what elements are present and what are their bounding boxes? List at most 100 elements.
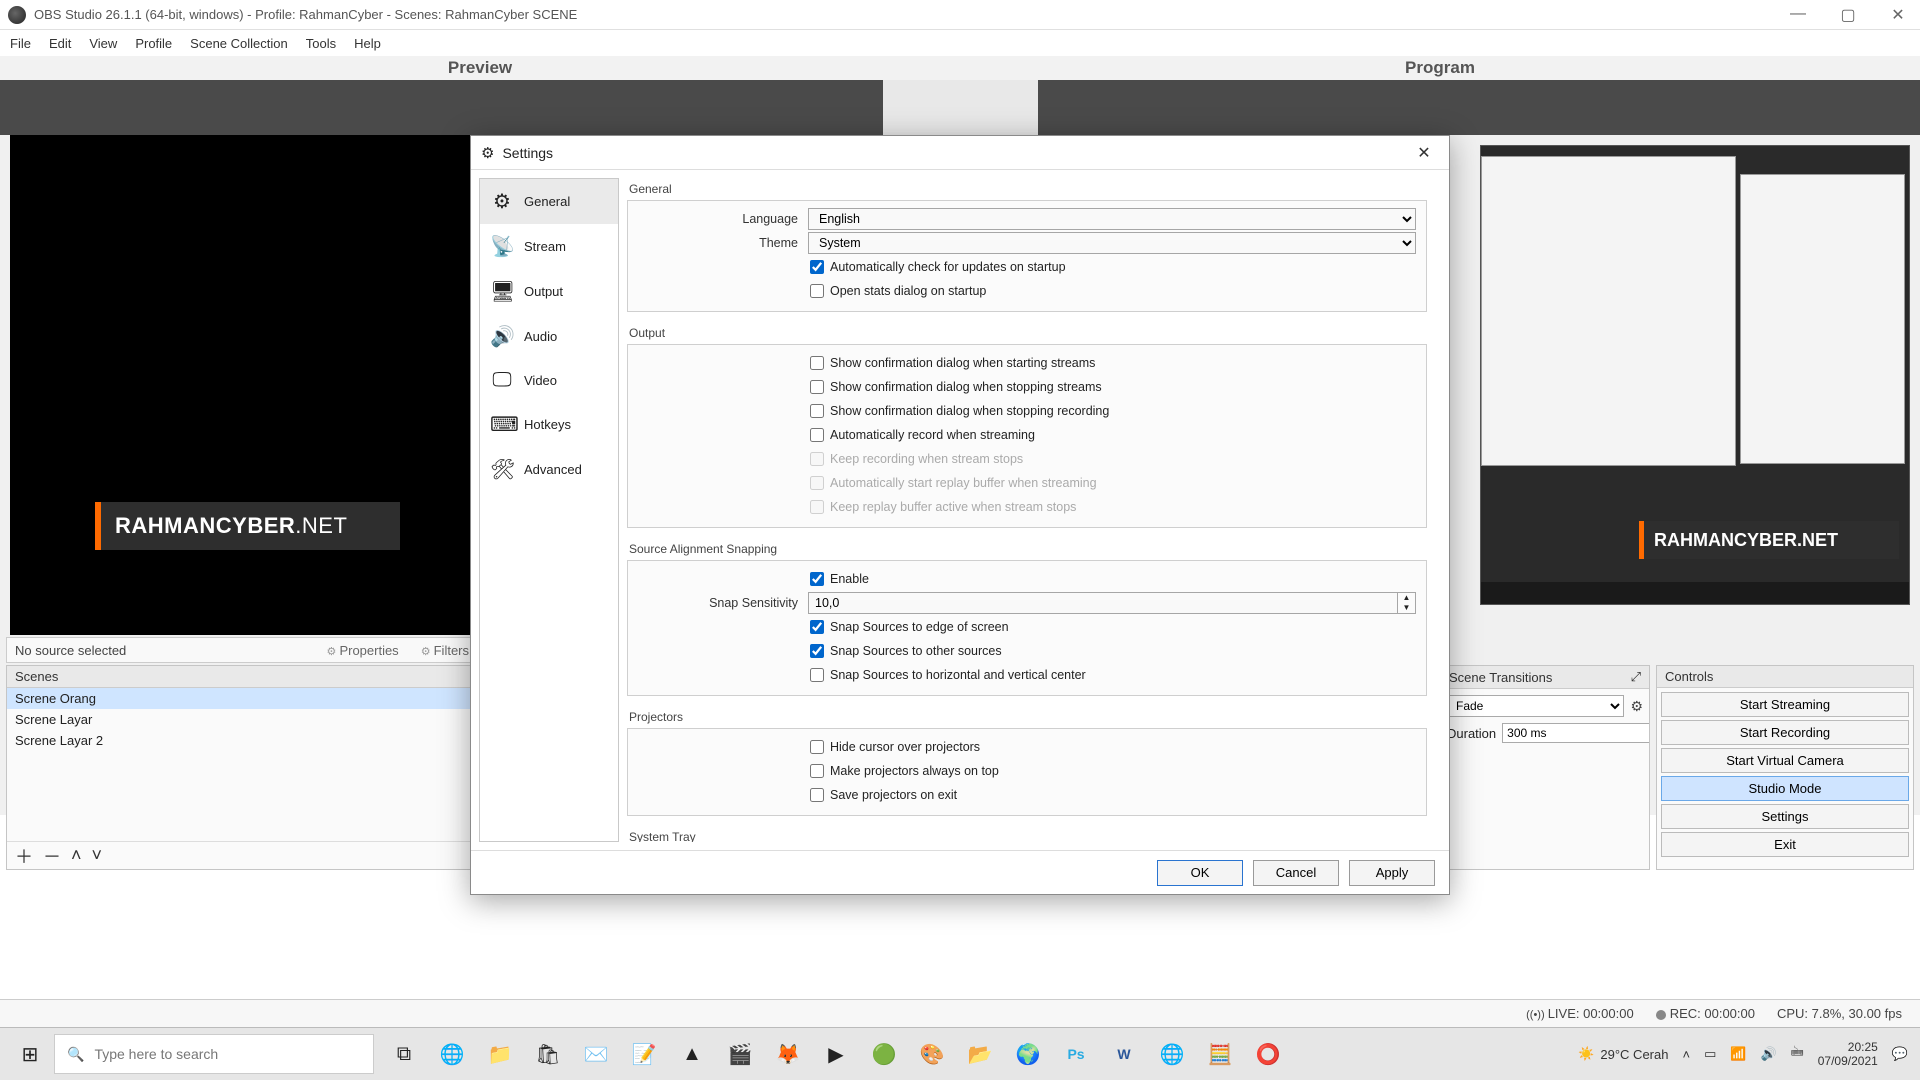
cancel-button[interactable]: Cancel [1253,860,1339,886]
weather-widget[interactable]: ☀️ 29°C Cerah [1578,1046,1668,1062]
snap-edge-checkbox[interactable] [810,620,824,634]
snap-sensitivity-input[interactable] [808,592,1398,614]
paint-icon[interactable]: 🎨 [910,1034,954,1074]
sidebar-item-stream[interactable]: 📡Stream [480,224,618,269]
studio-mode-button[interactable]: Studio Mode [1661,776,1909,801]
tray-clock[interactable]: 20:25 07/09/2021 [1818,1040,1878,1068]
snap-enable-checkbox[interactable] [810,572,824,586]
minimize-button[interactable]: — [1784,5,1812,25]
settings-button[interactable]: Settings [1661,804,1909,829]
player-icon[interactable]: ▶ [814,1034,858,1074]
transitions-expand-icon[interactable]: ⤢ [1631,669,1641,685]
close-button[interactable]: ✕ [1884,5,1912,25]
menu-file[interactable]: File [10,36,31,51]
apply-button[interactable]: Apply [1349,860,1435,886]
start-streaming-button[interactable]: Start Streaming [1661,692,1909,717]
folder-icon[interactable]: 📂 [958,1034,1002,1074]
word-icon[interactable]: W [1102,1034,1146,1074]
start-recording-button[interactable]: Start Recording [1661,720,1909,745]
explorer-icon[interactable]: 📁 [478,1034,522,1074]
menu-profile[interactable]: Profile [135,36,172,51]
auto-update-checkbox[interactable] [810,260,824,274]
auto-record-checkbox[interactable] [810,428,824,442]
task-view-icon[interactable]: ⧉ [382,1034,426,1074]
tray-volume-icon[interactable]: 🔊 [1761,1046,1777,1062]
scene-up-button[interactable]: ˄ [71,845,82,866]
properties-button[interactable]: Properties [327,643,399,658]
maximize-button[interactable]: ▢ [1834,5,1862,25]
snap-other-checkbox[interactable] [810,644,824,658]
hide-cursor-checkbox[interactable] [810,740,824,754]
snap-sensitivity-spinner[interactable]: ▲▼ [1398,592,1416,614]
menu-edit[interactable]: Edit [49,36,71,51]
theme-select[interactable]: System [808,232,1416,254]
filters-button[interactable]: Filters [421,643,469,658]
photoshop-icon[interactable]: Ps [1054,1034,1098,1074]
cpu-status: CPU: 7.8%, 30.00 fps [1777,1006,1902,1021]
snap-center-checkbox[interactable] [810,668,824,682]
sidebar-item-general[interactable]: ⚙General [480,179,618,224]
menu-tools[interactable]: Tools [306,36,336,51]
obs-taskbar-icon[interactable]: ⭕ [1246,1034,1290,1074]
speaker-icon: 🔊 [490,324,514,349]
exit-button[interactable]: Exit [1661,832,1909,857]
program-canvas[interactable]: RAHMANCYBER.NET [1480,145,1910,605]
sidebar-item-video[interactable]: 🖵Video [480,359,618,402]
ok-button[interactable]: OK [1157,860,1243,886]
program-label: Program [960,56,1920,80]
scene-down-button[interactable]: ˅ [92,845,103,866]
calculator-icon[interactable]: 🧮 [1198,1034,1242,1074]
weather-icon: ☀️ [1578,1046,1594,1062]
clapper-icon[interactable]: 🎬 [718,1034,762,1074]
vlc-icon[interactable]: ▲ [670,1034,714,1074]
sidebar-item-advanced[interactable]: 🛠Advanced [480,447,618,492]
notepad-icon[interactable]: 📝 [622,1034,666,1074]
confirm-start-stream-checkbox[interactable] [810,356,824,370]
tray-chevron-icon[interactable]: ˄ [1682,1047,1690,1062]
confirm-stop-recording-checkbox[interactable] [810,404,824,418]
tray-notifications-icon[interactable]: 💬 [1892,1046,1908,1062]
firefox-icon[interactable]: 🦊 [766,1034,810,1074]
chrome-icon[interactable]: 🟢 [862,1034,906,1074]
keyboard-icon: ⌨ [490,412,514,437]
open-stats-checkbox[interactable] [810,284,824,298]
keep-recording-checkbox [810,452,824,466]
browser-icon[interactable]: 🌍 [1006,1034,1050,1074]
store-icon[interactable]: 🛍 [526,1034,570,1074]
scene-add-button[interactable]: ＋ [15,843,33,869]
start-button[interactable]: ⊞ [6,1034,54,1074]
sidebar-item-hotkeys[interactable]: ⌨Hotkeys [480,402,618,447]
save-projectors-checkbox[interactable] [810,788,824,802]
transition-select[interactable]: Fade [1447,695,1624,717]
start-virtual-camera-button[interactable]: Start Virtual Camera [1661,748,1909,773]
settings-content[interactable]: General Language English Theme System Au… [627,178,1441,842]
tray-language-icon[interactable]: 🖮 [1791,1043,1804,1065]
settings-close-button[interactable]: ✕ [1409,143,1439,163]
tray-wifi-icon[interactable]: 📶 [1730,1046,1746,1062]
confirm-stop-stream-checkbox[interactable] [810,380,824,394]
tools-icon: 🛠 [490,457,514,482]
transition-settings-icon[interactable]: ⚙ [1630,698,1643,715]
menu-scene-collection[interactable]: Scene Collection [190,36,288,51]
scene-item[interactable]: Screne Layar 2 [7,730,477,751]
scene-transitions-panel: Scene Transitions⤢ Fade ⚙ Duration ▲▼ [1440,665,1650,870]
scene-remove-button[interactable]: － [43,843,61,869]
controls-header: Controls [1657,666,1913,688]
sidebar-item-output[interactable]: 🖥Output [480,269,618,314]
edge-icon[interactable]: 🌐 [430,1034,474,1074]
source-toolbar: No source selected Properties Filters [6,637,478,663]
scene-item[interactable]: Screne Orang [7,688,477,709]
menu-help[interactable]: Help [354,36,381,51]
language-select[interactable]: English [808,208,1416,230]
taskbar-search[interactable]: 🔍 Type here to search [54,1034,374,1074]
menu-view[interactable]: View [89,36,117,51]
globe-icon[interactable]: 🌐 [1150,1034,1194,1074]
scene-item[interactable]: Screne Layar [7,709,477,730]
sidebar-item-audio[interactable]: 🔊Audio [480,314,618,359]
projectors-on-top-checkbox[interactable] [810,764,824,778]
theme-label: Theme [638,236,808,250]
mail-icon[interactable]: ✉️ [574,1034,618,1074]
monitor-icon: 🖵 [490,369,514,392]
tray-battery-icon[interactable]: ▭ [1704,1046,1716,1062]
duration-input[interactable] [1502,723,1649,743]
